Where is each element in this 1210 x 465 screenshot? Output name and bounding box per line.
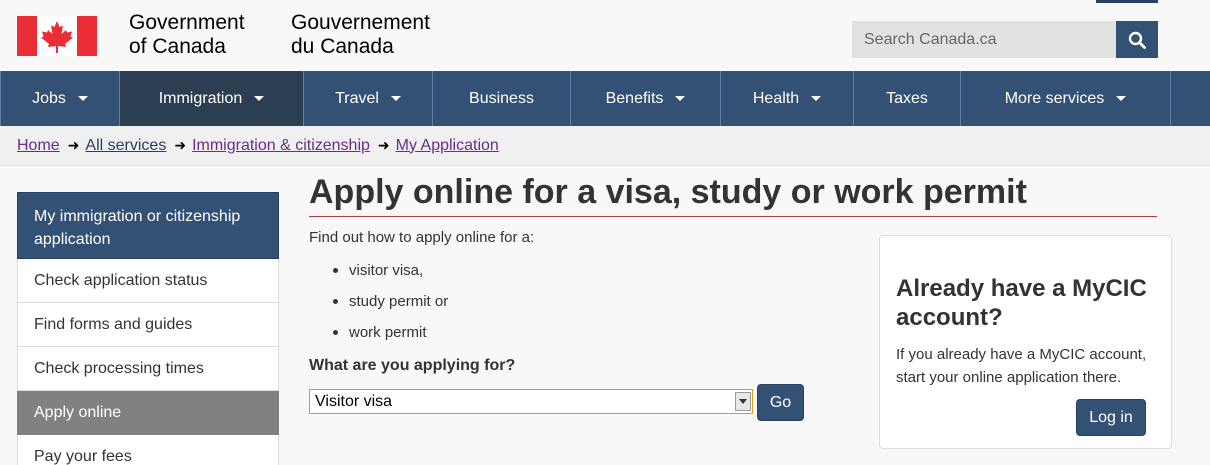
nav-label: Health	[752, 89, 800, 107]
search-input[interactable]	[852, 21, 1116, 58]
nav-label: Travel	[335, 89, 379, 107]
sidebar-item-apply-online[interactable]: Apply online	[17, 391, 279, 435]
mycic-panel-text: If you already have a MyCIC account, sta…	[896, 346, 1147, 386]
list-item: visitor visa,	[333, 260, 448, 291]
section-menu-heading[interactable]: My immigration or citizenship applicatio…	[17, 192, 279, 259]
search-button[interactable]	[1116, 21, 1158, 58]
search-icon	[1128, 31, 1146, 49]
permit-list: visitor visa, study permit or work permi…	[333, 260, 448, 353]
arrow-right-icon: ➜	[67, 137, 80, 153]
nav-label: More services	[1004, 89, 1105, 107]
caret-down-icon	[390, 96, 401, 101]
list-item: study permit or	[333, 291, 448, 322]
dropdown-arrow-icon[interactable]	[735, 392, 751, 411]
section-menu: My immigration or citizenship applicatio…	[17, 192, 279, 465]
page-title: Apply online for a visa, study or work p…	[309, 173, 1027, 211]
nav-label: Business	[469, 89, 534, 107]
mycic-panel: Already have a MyCIC account? If you alr…	[879, 235, 1172, 449]
mycic-panel-title: Already have a MyCIC account?	[896, 275, 1147, 331]
nav-item-immigration[interactable]: Immigration	[120, 71, 304, 126]
site-header: Government of Canada Gouvernement du Can…	[0, 0, 1210, 71]
language-toggle-stub[interactable]	[1096, 0, 1158, 3]
title-underline	[309, 216, 1157, 217]
main-menu: Jobs Immigration Travel Business Benefit…	[0, 71, 1210, 126]
signature-french[interactable]: Gouvernement du Canada	[291, 11, 430, 59]
breadcrumb-home[interactable]: Home	[17, 137, 60, 155]
nav-label: Taxes	[886, 89, 928, 107]
go-button[interactable]: Go	[757, 384, 804, 421]
nav-item-health[interactable]: Health	[721, 71, 854, 126]
breadcrumb-my-application[interactable]: My Application	[396, 137, 499, 155]
breadcrumb-immigration[interactable]: Immigration & citizenship	[192, 137, 370, 155]
log-in-button[interactable]: Log in	[1076, 399, 1146, 436]
nav-item-travel[interactable]: Travel	[304, 71, 433, 126]
nav-item-benefits[interactable]: Benefits	[571, 71, 721, 126]
sidebar-item-forms-guides[interactable]: Find forms and guides	[17, 303, 279, 347]
application-type-select[interactable]: Visitor visa	[309, 389, 753, 414]
arrow-right-icon: ➜	[377, 137, 390, 153]
caret-down-icon	[811, 96, 822, 101]
caret-down-icon	[1116, 96, 1127, 101]
select-value: Visitor visa	[315, 392, 393, 410]
canada-flag-icon[interactable]	[17, 16, 97, 56]
breadcrumb-all-services[interactable]: All services	[85, 137, 166, 155]
list-item: work permit	[333, 322, 448, 353]
nav-label: Immigration	[158, 89, 243, 107]
application-type-label: What are you applying for?	[309, 357, 516, 374]
sidebar-item-check-status[interactable]: Check application status	[17, 259, 279, 303]
nav-item-taxes[interactable]: Taxes	[854, 71, 961, 126]
nav-item-business[interactable]: Business	[433, 71, 571, 126]
arrow-right-icon: ➜	[174, 137, 187, 153]
sidebar-item-processing-times[interactable]: Check processing times	[17, 347, 279, 391]
breadcrumb: Home ➜ All services ➜ Immigration & citi…	[0, 126, 1210, 166]
search-form	[852, 21, 1158, 58]
nav-item-more-services[interactable]: More services	[961, 71, 1171, 126]
signature-english[interactable]: Government of Canada	[129, 11, 245, 59]
intro-text: Find out how to apply online for a:	[309, 229, 535, 246]
caret-down-icon	[254, 96, 265, 101]
nav-item-jobs[interactable]: Jobs	[0, 71, 120, 126]
nav-label: Benefits	[605, 89, 664, 107]
caret-down-icon	[77, 96, 88, 101]
caret-down-icon	[675, 96, 686, 101]
sidebar-item-pay-fees[interactable]: Pay your fees	[17, 435, 279, 465]
nav-label: Jobs	[32, 89, 66, 107]
